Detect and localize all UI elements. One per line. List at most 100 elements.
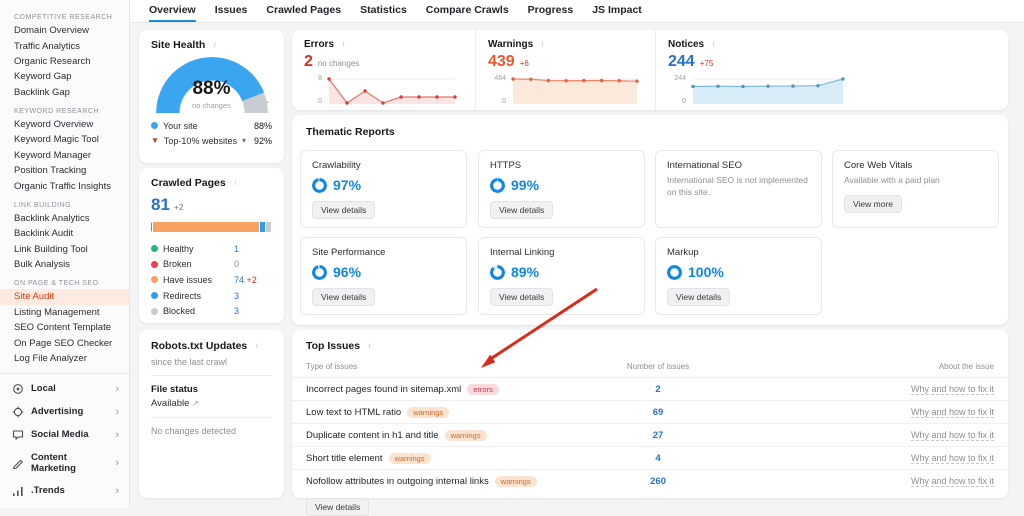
info-icon[interactable]: i [365, 342, 374, 351]
sidebar-item-link-building-tool[interactable]: Link Building Tool [0, 242, 129, 257]
chevron-right-icon: › [115, 428, 119, 441]
issue-count-link[interactable]: 260 [578, 476, 738, 487]
tab-js-impact[interactable]: JS Impact [592, 0, 642, 22]
sidebar-item-log-file-analyzer[interactable]: Log File Analyzer [0, 351, 129, 366]
markup-name: Markup [667, 247, 699, 258]
thematic-reports-title: Thematic Reports [306, 126, 395, 138]
chevron-right-icon: › [115, 484, 119, 497]
sidebar-item-bulk-analysis[interactable]: Bulk Analysis [0, 257, 129, 272]
why-fix-link[interactable]: Why and how to fix it [910, 406, 994, 418]
sidebar-item-position-tracking[interactable]: Position Tracking [0, 163, 129, 178]
errors-axis: 80 [318, 75, 322, 105]
crawlability-view-details-button[interactable]: View details [312, 201, 376, 219]
sidebar-item-keyword-manager[interactable]: Keyword Manager [0, 148, 129, 163]
file-status-label: File status [151, 384, 198, 395]
site-performance-view-details-button[interactable]: View details [312, 288, 376, 306]
sidebar-section-link-building: LINK BUILDING [14, 201, 72, 209]
why-fix-link[interactable]: Why and how to fix it [910, 383, 994, 395]
core-web-vitals-view-more-button[interactable]: View more [844, 194, 902, 213]
info-icon[interactable]: i [709, 40, 718, 49]
healthy-dot-icon [151, 245, 158, 253]
markup-view-details-button[interactable]: View details [667, 288, 731, 306]
legend-row-redirects: Redirects 3 [139, 288, 284, 304]
info-icon[interactable]: i [339, 40, 348, 49]
chevron-right-icon: › [115, 405, 119, 418]
sidebar-item-listing-management[interactable]: Listing Management [0, 305, 129, 320]
external-link-icon: ↗ [192, 399, 199, 408]
issue-count-link[interactable]: 27 [578, 430, 738, 441]
stats-panel: Errors i 2 no changes 80 Warnings i 439 … [292, 30, 1008, 110]
core-web-vitals-name: Core Web Vitals [844, 160, 913, 171]
sidebar-item-keyword-overview[interactable]: Keyword Overview [0, 117, 129, 132]
warnings-sparkline [511, 77, 639, 104]
internal-linking-percent: 89% [511, 264, 540, 280]
notices-axis: 244 0 [674, 75, 686, 105]
notices-value: 244 [668, 53, 695, 70]
tab-statistics[interactable]: Statistics [360, 0, 407, 22]
sidebar-item-traffic-analytics[interactable]: Traffic Analytics [0, 38, 129, 53]
issue-label: Short title element [306, 452, 383, 464]
file-status-value[interactable]: Available ↗ [151, 398, 272, 409]
why-fix-link[interactable]: Why and how to fix it [910, 475, 994, 487]
tab-overview[interactable]: Overview [149, 0, 196, 22]
crawlability-percent: 97% [333, 177, 362, 193]
site-health-gauge: 88% no changes [155, 57, 268, 114]
tab-bar: Overview Issues Crawled Pages Statistics… [130, 0, 1024, 23]
info-icon[interactable]: i [252, 342, 261, 351]
sidebar-divider [0, 373, 129, 375]
errors-change: no changes [317, 59, 360, 68]
top-issues-view-details-button[interactable]: View details [306, 498, 370, 516]
errors-title: Errors [304, 39, 335, 50]
crawled-pages-bar [151, 222, 272, 232]
crawled-pages-value: 81 [151, 195, 170, 214]
sidebar-item-backlink-gap[interactable]: Backlink Gap [0, 85, 129, 100]
info-icon[interactable]: i [210, 41, 219, 50]
internal-linking-view-details-button[interactable]: View details [490, 288, 554, 306]
sidebar-item-domain-overview[interactable]: Domain Overview [0, 23, 129, 38]
trends-icon [13, 486, 23, 496]
https-view-details-button[interactable]: View details [490, 201, 554, 219]
blocked-value: 3 [234, 306, 240, 317]
sidebar-item-content-marketing[interactable]: Content Marketing › [0, 446, 129, 479]
redirects-dot-icon [151, 292, 158, 300]
why-fix-link[interactable]: Why and how to fix it [910, 429, 994, 441]
sidebar-item-backlink-analytics[interactable]: Backlink Analytics [0, 211, 129, 226]
why-fix-link[interactable]: Why and how to fix it [910, 452, 994, 464]
warnings-badge: warnings [444, 429, 487, 441]
errors-sparkline [327, 77, 457, 105]
crawlability-card: Crawlability 97% View details [300, 150, 467, 228]
sidebar-item-local[interactable]: Local › [0, 377, 129, 400]
sidebar-item-advertising[interactable]: Advertising › [0, 400, 129, 423]
info-icon[interactable]: i [231, 179, 240, 188]
issue-count-link[interactable]: 2 [578, 384, 738, 395]
sidebar-item-organic-research[interactable]: Organic Research [0, 54, 129, 69]
issue-count-link[interactable]: 69 [578, 407, 738, 418]
sidebar-item-social-media[interactable]: Social Media › [0, 423, 129, 446]
site-health-benchmark-row[interactable]: ▼ Top-10% websites ▾ 92% [139, 133, 284, 148]
errors-badge: errors [467, 383, 499, 395]
issue-row-duplicate-h1-title: Duplicate content in h1 and title warnin… [292, 424, 1008, 447]
sidebar-item-keyword-gap[interactable]: Keyword Gap [0, 69, 129, 84]
notices-change: +75 [699, 59, 714, 68]
sidebar-item-site-audit[interactable]: Site Audit [0, 289, 129, 305]
sidebar-item-backlink-audit[interactable]: Backlink Audit [0, 226, 129, 241]
tab-crawled-pages[interactable]: Crawled Pages [266, 0, 341, 22]
crawlability-name: Crawlability [312, 160, 361, 171]
tab-compare-crawls[interactable]: Compare Crawls [426, 0, 509, 22]
sidebar-item-keyword-magic-tool[interactable]: Keyword Magic Tool [0, 132, 129, 147]
have-issues-dot-icon [151, 276, 158, 284]
site-health-title-row: Site Health i [139, 30, 284, 51]
your-site-label: Your site [163, 120, 198, 131]
tab-progress[interactable]: Progress [528, 0, 574, 22]
issue-count-link[interactable]: 4 [578, 453, 738, 464]
markup-donut-icon [667, 264, 682, 280]
crawled-pages-card: Crawled Pages i 81 +2 Healthy 1 Broken 0… [139, 168, 284, 323]
legend-row-blocked: Blocked 3 [139, 303, 284, 319]
tab-issues[interactable]: Issues [215, 0, 248, 22]
sidebar-item-trends[interactable]: .Trends › [0, 479, 129, 502]
info-icon[interactable]: i [538, 40, 547, 49]
sidebar-item-on-page-seo-checker[interactable]: On Page SEO Checker [0, 335, 129, 350]
healthy-label: Healthy [163, 243, 194, 254]
sidebar-item-organic-traffic-insights[interactable]: Organic Traffic Insights [0, 178, 129, 193]
sidebar-item-seo-content-template[interactable]: SEO Content Template [0, 320, 129, 335]
